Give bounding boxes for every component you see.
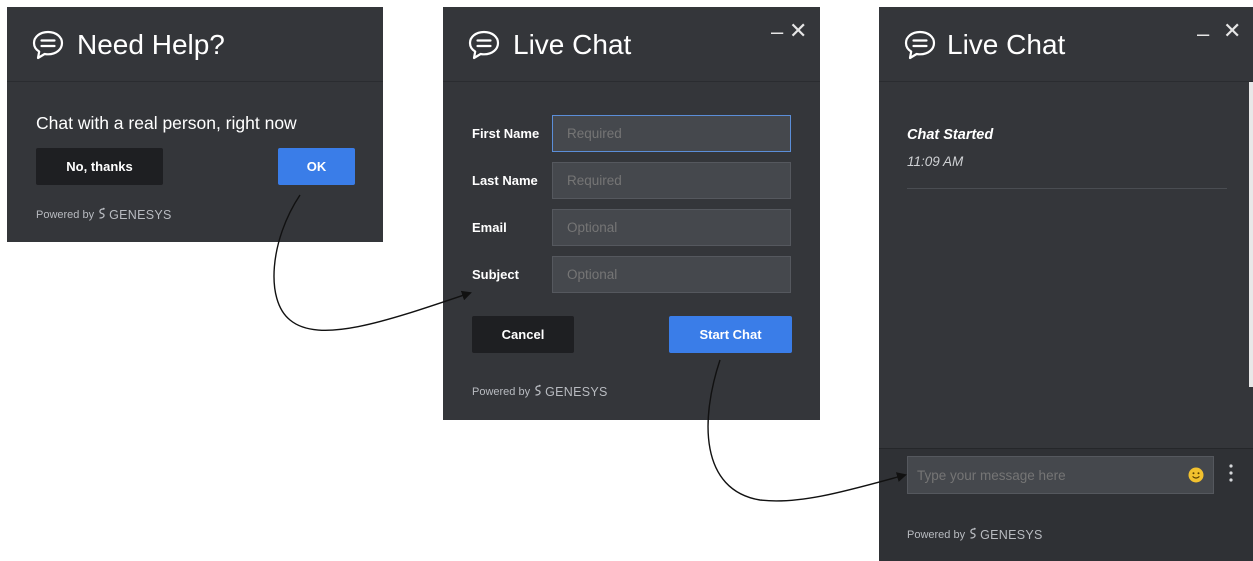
last-name-input[interactable] bbox=[552, 162, 791, 199]
email-label: Email bbox=[472, 220, 507, 235]
chat-bubble-icon bbox=[31, 29, 65, 66]
live-chat-form-panel: Live Chat – ✕ First Name Last Name Email… bbox=[443, 7, 820, 420]
last-name-label: Last Name bbox=[472, 173, 538, 188]
no-thanks-button[interactable]: No, thanks bbox=[36, 148, 163, 185]
live-chat-transcript-panel: Live Chat – ✕ Chat Started 11:09 AM Type… bbox=[879, 7, 1253, 561]
powered-by-label: Powered by bbox=[907, 529, 966, 541]
email-input[interactable] bbox=[552, 209, 791, 246]
panel-header: Live Chat – ✕ bbox=[443, 7, 820, 82]
chat-started-time: 11:09 AM bbox=[907, 154, 964, 169]
need-help-panel: Need Help? Chat with a real person, righ… bbox=[7, 7, 383, 242]
chat-bubble-icon bbox=[903, 29, 937, 66]
scrollbar-thumb[interactable] bbox=[1249, 82, 1253, 387]
composer-area: Powered by GENESYS bbox=[879, 448, 1253, 561]
panel-title: Need Help? bbox=[77, 29, 225, 60]
minimize-icon[interactable]: – bbox=[1197, 23, 1209, 45]
genesys-logo-icon bbox=[97, 207, 106, 223]
subject-input[interactable] bbox=[552, 256, 791, 293]
cancel-button[interactable]: Cancel bbox=[472, 316, 574, 353]
panel-header: Live Chat – ✕ bbox=[879, 7, 1253, 82]
panel-title: Live Chat bbox=[513, 29, 632, 60]
powered-by-footer: Powered by GENESYS bbox=[36, 207, 172, 223]
genesys-logo-icon bbox=[533, 384, 542, 400]
message-input[interactable] bbox=[908, 457, 1178, 493]
first-name-input[interactable] bbox=[552, 115, 791, 152]
chat-transcript[interactable]: Chat Started 11:09 AM bbox=[879, 82, 1253, 448]
close-icon[interactable]: ✕ bbox=[789, 20, 807, 42]
genesys-brand: GENESYS bbox=[980, 528, 1043, 542]
genesys-brand: GENESYS bbox=[545, 385, 608, 399]
ok-button[interactable]: OK bbox=[278, 148, 355, 185]
genesys-brand: GENESYS bbox=[109, 208, 172, 222]
start-chat-button[interactable]: Start Chat bbox=[669, 316, 792, 353]
powered-by-footer: Powered by GENESYS bbox=[907, 527, 1043, 543]
transcript-divider bbox=[907, 188, 1227, 189]
chat-started-label: Chat Started bbox=[907, 127, 994, 143]
first-name-label: First Name bbox=[472, 126, 540, 141]
panel-title: Live Chat bbox=[947, 29, 1066, 60]
powered-by-label: Powered by bbox=[472, 386, 531, 398]
chat-bubble-icon bbox=[467, 29, 501, 66]
more-vertical-icon[interactable] bbox=[1229, 463, 1233, 488]
genesys-logo-icon bbox=[968, 527, 977, 543]
minimize-icon[interactable]: – bbox=[771, 21, 783, 43]
subject-label: Subject bbox=[472, 267, 519, 282]
smiley-icon[interactable] bbox=[1188, 467, 1204, 488]
panel-header: Need Help? bbox=[7, 7, 383, 82]
close-icon[interactable]: ✕ bbox=[1223, 20, 1241, 42]
powered-by-label: Powered by bbox=[36, 209, 95, 221]
message-input-wrapper bbox=[907, 456, 1214, 494]
powered-by-footer: Powered by GENESYS bbox=[472, 384, 608, 400]
prompt-message: Chat with a real person, right now bbox=[36, 113, 297, 133]
